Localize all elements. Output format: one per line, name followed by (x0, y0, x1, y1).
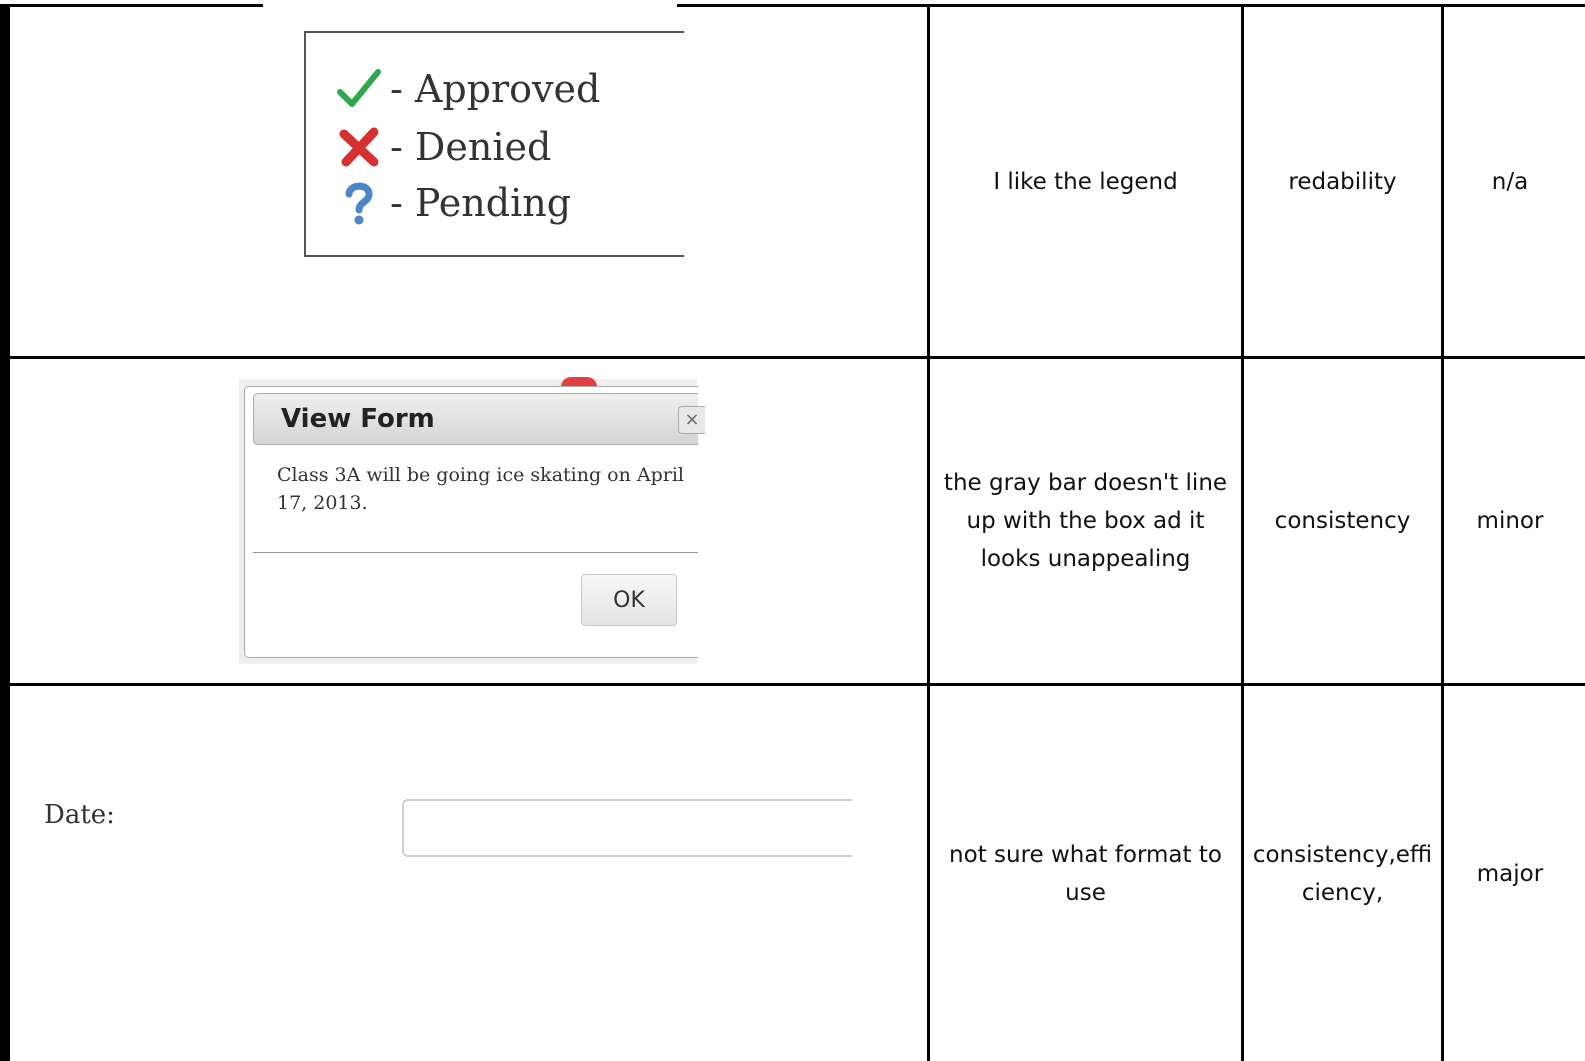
legend-label-pending: - Pending (390, 181, 572, 225)
legend-crop-strip (263, 0, 677, 8)
issue-cell-3: not sure what format to use (949, 841, 1222, 906)
severity-cell-1: n/a (1491, 168, 1529, 195)
heuristic-cell-1: redability (1288, 168, 1397, 195)
severity-cell-3: major (1476, 860, 1544, 887)
question-mark-icon (345, 182, 373, 225)
dialog-title-bar: View Form × (253, 393, 705, 445)
table-border-top-left (0, 4, 263, 7)
legend-item-pending: - Pending (336, 177, 571, 229)
date-label: Date: (44, 800, 115, 830)
date-input[interactable] (402, 799, 852, 857)
issue-cell-1: I like the legend (993, 168, 1178, 195)
close-icon[interactable]: × (678, 406, 705, 434)
severity-cell-2: minor (1476, 508, 1544, 534)
dialog-divider (253, 552, 698, 553)
x-mark-icon (339, 127, 379, 167)
legend-label-denied: - Denied (390, 125, 552, 169)
status-legend: - Approved - Denied - Pending (304, 31, 684, 257)
heuristic-cell-3: consistency,effi ciency, (1252, 841, 1433, 906)
ok-button[interactable]: OK (581, 574, 677, 626)
legend-item-denied: - Denied (336, 121, 551, 173)
table-border-left (0, 4, 10, 1061)
view-form-dialog: View Form × Class 3A will be going ice s… (244, 386, 705, 658)
checkmark-icon (337, 69, 381, 107)
issue-cell-2: the gray bar doesn't line up with the bo… (943, 470, 1228, 572)
dialog-message: Class 3A will be going ice skating on Ap… (277, 464, 685, 514)
dialog-title: View Form (281, 404, 435, 434)
legend-item-approved: - Approved (336, 63, 600, 115)
heuristic-cell-2: consistency (1274, 508, 1411, 534)
legend-label-approved: - Approved (390, 67, 601, 111)
